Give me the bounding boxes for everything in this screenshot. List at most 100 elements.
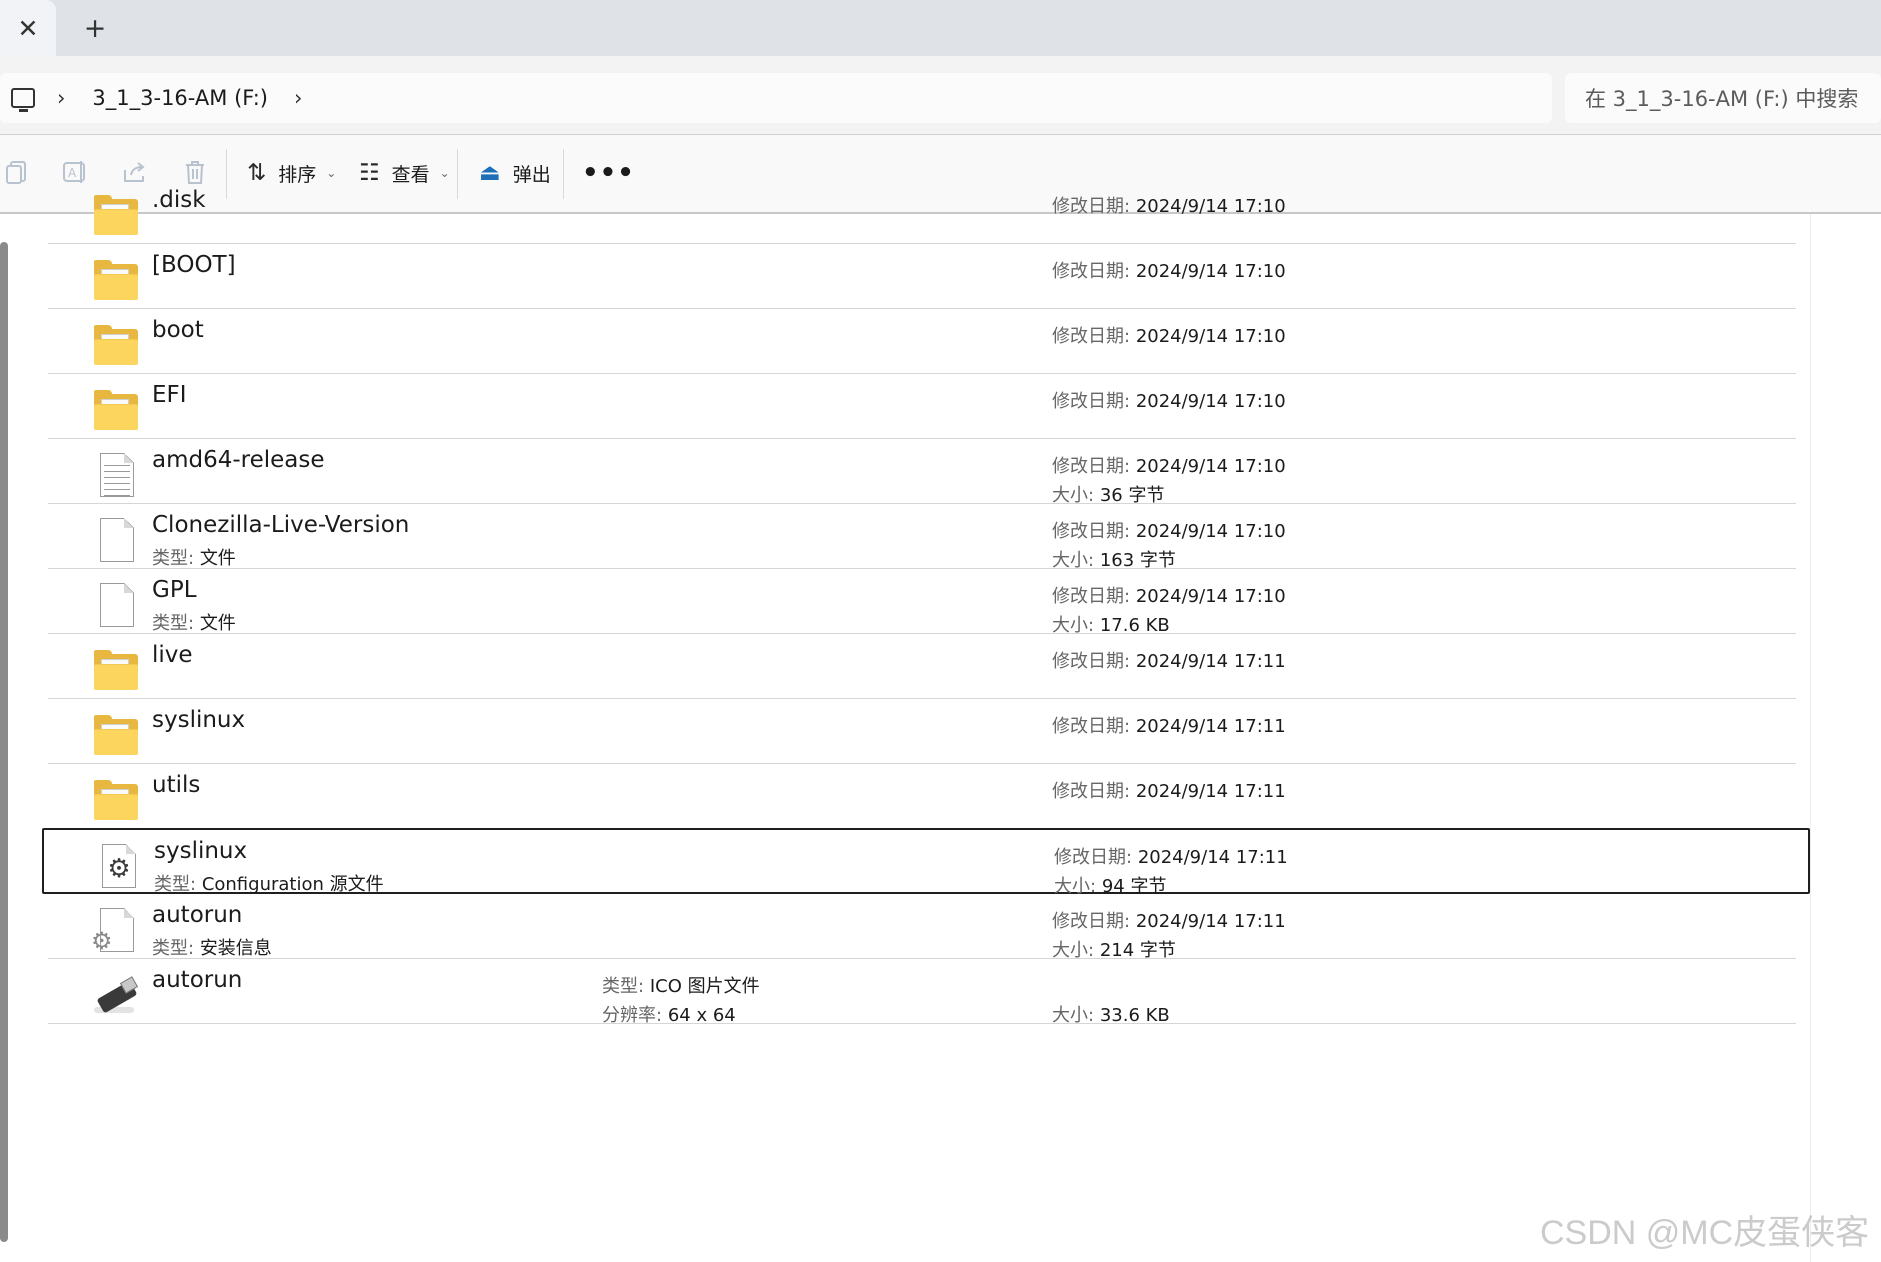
chevron-right-icon[interactable]: › [57, 86, 65, 110]
breadcrumb-drive[interactable]: 3_1_3-16-AM (F:) [92, 86, 268, 110]
file-row[interactable]: EFI 修改日期: 2024/9/14 17:10 [48, 374, 1796, 439]
plus-icon: + [83, 12, 107, 44]
file-name: syslinux [154, 838, 248, 864]
modified-key: 修改日期: [1052, 391, 1131, 412]
modified-value: 2024/9/14 17:10 [1135, 196, 1286, 217]
file-resolution: 分辨率: 64 x 64 [602, 1001, 736, 1027]
file-name: amd64-release [152, 447, 325, 473]
file-icon [94, 583, 140, 629]
file-modified: 修改日期: 2024/9/14 17:10 [1052, 192, 1286, 218]
chevron-down-icon: ⌄ [326, 166, 337, 180]
modified-value: 2024/9/14 17:11 [1137, 847, 1288, 868]
modified-key: 修改日期: [1052, 781, 1131, 802]
modified-value: 2024/9/14 17:10 [1135, 586, 1286, 607]
modified-value: 2024/9/14 17:11 [1135, 911, 1286, 932]
folder-icon [94, 258, 140, 304]
file-row[interactable]: Clonezilla-Live-Version 类型: 文件 修改日期: 2024/… [48, 504, 1796, 571]
file-size: 大小: 33.6 KB [1052, 1001, 1170, 1027]
file-row[interactable]: [BOOT] 修改日期: 2024/9/14 17:10 [48, 244, 1796, 309]
file-modified: 修改日期: 2024/9/14 17:10 [1052, 257, 1286, 283]
modified-key: 修改日期: [1052, 456, 1131, 477]
modified-value: 2024/9/14 17:11 [1135, 716, 1286, 737]
file-row[interactable]: utils 修改日期: 2024/9/14 17:11 [48, 764, 1796, 829]
address-bar-row: › 3_1_3-16-AM (F:) › 在 3_1_3-16-AM (F:) … [0, 56, 1881, 134]
resolution-key: 分辨率: [602, 1005, 663, 1026]
size-key: 大小: [1052, 940, 1095, 961]
file-name: autorun [152, 967, 243, 993]
file-name: utils [152, 772, 201, 798]
file-name: live [152, 642, 193, 668]
file-row[interactable]: .disk 修改日期: 2024/9/14 17:10 [48, 179, 1796, 244]
file-modified: 修改日期: 2024/9/14 17:10 [1052, 517, 1286, 543]
modified-key: 修改日期: [1052, 911, 1131, 932]
file-modified: 修改日期: 2024/9/14 17:10 [1052, 387, 1286, 413]
tab-strip: ✕ + [0, 0, 1881, 56]
this-pc-icon[interactable] [11, 88, 35, 112]
file-name: boot [152, 317, 204, 343]
size-key: 大小: [1052, 615, 1095, 636]
file-type: 类型: 文件 [152, 544, 236, 570]
file-row[interactable]: amd64-release 修改日期: 2024/9/14 17:10 大小: 36… [48, 439, 1796, 506]
chevron-right-icon[interactable]: › [294, 86, 302, 110]
file-row[interactable]: syslinux 修改日期: 2024/9/14 17:11 [48, 699, 1796, 764]
file-row[interactable]: live 修改日期: 2024/9/14 17:11 [48, 634, 1796, 699]
setup-info-icon: ⚙ [91, 908, 140, 955]
watermark: CSDN @MC皮蛋侠客 [1540, 1214, 1870, 1252]
folder-icon [94, 713, 140, 759]
file-modified: 修改日期: 2024/9/14 17:11 [1052, 907, 1286, 933]
chevron-down-icon: ⌄ [439, 166, 450, 180]
size-key: 大小: [1052, 485, 1095, 506]
file-type: 类型: Configuration 源文件 [154, 870, 384, 896]
modified-value: 2024/9/14 17:11 [1135, 651, 1286, 672]
file-modified: 修改日期: 2024/9/14 17:10 [1052, 452, 1286, 478]
modified-value: 2024/9/14 17:10 [1135, 391, 1286, 412]
close-icon: ✕ [17, 13, 39, 43]
scrollbar-track[interactable] [1810, 214, 1881, 1262]
size-value: 33.6 KB [1099, 1005, 1170, 1026]
breadcrumb[interactable]: › 3_1_3-16-AM (F:) › [0, 73, 1552, 123]
new-tab-button[interactable]: + [76, 9, 114, 47]
type-value: Configuration 源文件 [201, 874, 384, 895]
file-modified: 修改日期: 2024/9/14 17:11 [1054, 843, 1288, 869]
file-type: 类型: 文件 [152, 609, 236, 635]
size-value: 163 字节 [1099, 550, 1176, 571]
config-file-icon: ⚙ [96, 844, 142, 890]
file-name: .disk [152, 187, 206, 213]
file-row[interactable]: ⚙ autorun 类型: 安装信息 修改日期: 2024/9/14 17:11 大小:… [48, 894, 1796, 961]
type-key: 类型: [152, 938, 195, 959]
file-row[interactable]: boot 修改日期: 2024/9/14 17:10 [48, 309, 1796, 374]
folder-icon [94, 388, 140, 434]
file-row[interactable]: autorun 类型: ICO 图片文件 分辨率: 64 x 64 大小: 33.6 … [48, 959, 1796, 1027]
file-name: syslinux [152, 707, 246, 733]
folder-icon [94, 323, 140, 369]
modified-key: 修改日期: [1052, 716, 1131, 737]
svg-text:A: A [68, 166, 77, 180]
type-value: ICO 图片文件 [649, 976, 760, 997]
modified-value: 2024/9/14 17:10 [1135, 261, 1286, 282]
search-input[interactable]: 在 3_1_3-16-AM (F:) 中搜索 [1565, 73, 1881, 123]
size-value: 214 字节 [1099, 940, 1176, 961]
folder-icon [94, 778, 140, 824]
file-row[interactable]: ⚙ syslinux 类型: Configuration 源文件 修改日期: 2024… [42, 828, 1810, 897]
file-icon [94, 518, 140, 564]
modified-key: 修改日期: [1052, 521, 1131, 542]
file-modified: 修改日期: 2024/9/14 17:10 [1052, 582, 1286, 608]
copy-icon[interactable] [2, 157, 32, 187]
modified-key: 修改日期: [1052, 651, 1131, 672]
navigation-pane-edge [0, 242, 8, 1242]
file-row[interactable]: GPL 类型: 文件 修改日期: 2024/9/14 17:10 大小: 17.6 K… [48, 569, 1796, 636]
type-key: 类型: [152, 613, 195, 634]
close-tab-button[interactable]: ✕ [0, 0, 56, 56]
file-name: autorun [152, 902, 243, 928]
search-placeholder: 在 3_1_3-16-AM (F:) 中搜索 [1585, 87, 1859, 111]
modified-key: 修改日期: [1052, 586, 1131, 607]
size-value: 17.6 KB [1099, 615, 1170, 636]
folder-icon [94, 648, 140, 694]
file-list: .disk 修改日期: 2024/9/14 17:10 [BOOT] 修改日期: 20… [0, 187, 1881, 1262]
modified-value: 2024/9/14 17:10 [1135, 326, 1286, 347]
folder-icon [94, 193, 140, 239]
file-name: EFI [152, 382, 187, 408]
file-modified: 修改日期: 2024/9/14 17:10 [1052, 322, 1286, 348]
file-name: Clonezilla-Live-Version [152, 512, 410, 538]
modified-key: 修改日期: [1052, 261, 1131, 282]
